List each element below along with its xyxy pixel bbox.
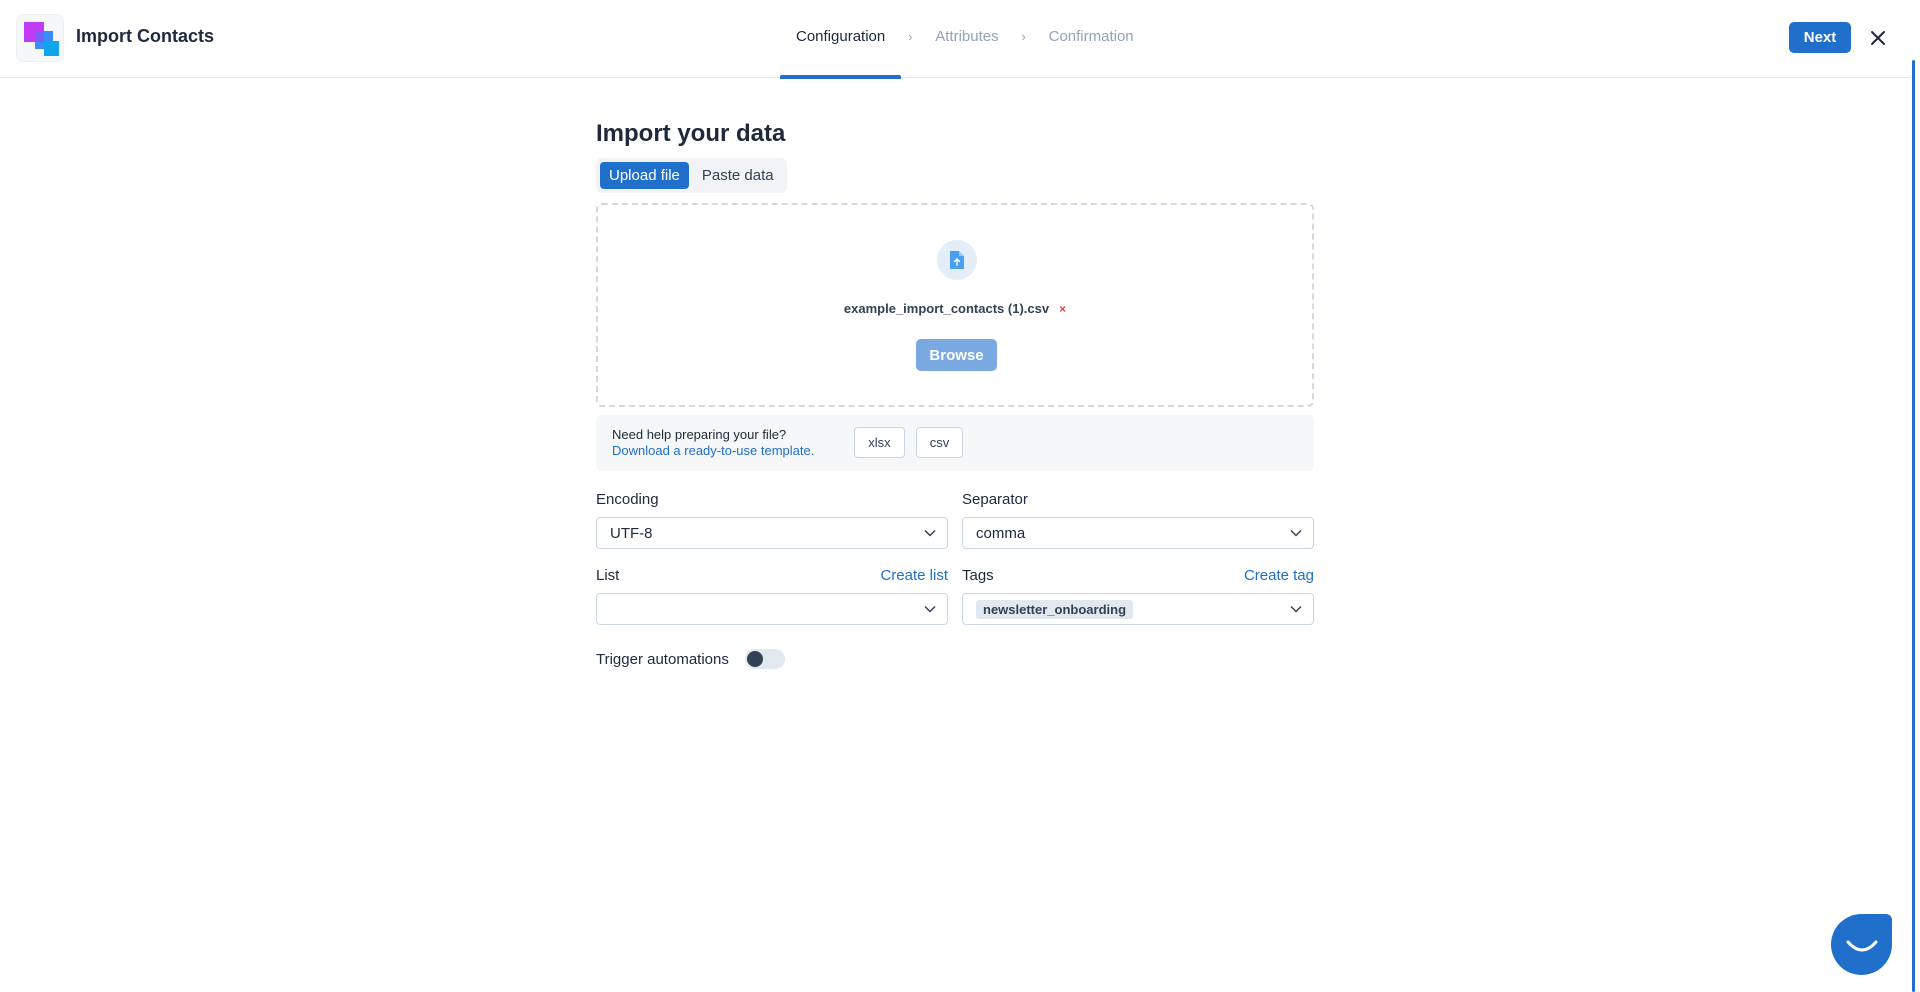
settings-grid: Encoding UTF-8 Separator comma List Crea… <box>596 489 1314 625</box>
separator-select[interactable]: comma <box>962 517 1314 549</box>
separator-field: Separator comma <box>962 489 1314 549</box>
list-field: List Create list <box>596 565 948 625</box>
file-dropzone[interactable]: example_import_contacts (1).csv × Browse <box>596 203 1314 407</box>
step-confirmation[interactable]: Confirmation <box>1033 0 1150 78</box>
help-title: Need help preparing your file? <box>612 427 787 442</box>
encoding-label: Encoding <box>596 490 659 508</box>
tag-chip[interactable]: newsletter_onboarding <box>976 599 1134 619</box>
chat-launcher-button[interactable] <box>1831 914 1892 975</box>
import-form: Import your data Upload file Paste data … <box>596 120 1314 669</box>
scrollbar-thumb[interactable] <box>1912 60 1915 992</box>
toggle-knob <box>746 651 763 667</box>
download-xlsx-button[interactable]: xlsx <box>854 427 905 458</box>
source-tabs: Upload file Paste data <box>596 158 787 193</box>
help-subtitle: Download a ready-to-use template. <box>612 443 815 458</box>
chevron-down-icon <box>924 529 936 537</box>
tab-upload-file[interactable]: Upload file <box>600 162 689 189</box>
trigger-automations-toggle[interactable] <box>744 649 785 669</box>
file-upload-icon <box>950 251 964 269</box>
page-title: Import your data <box>596 120 786 147</box>
encoding-select[interactable]: UTF-8 <box>596 517 948 549</box>
encoding-field: Encoding UTF-8 <box>596 489 948 549</box>
header: Import Contacts Configuration › Attribut… <box>0 0 1910 79</box>
step-configuration[interactable]: Configuration <box>780 0 902 79</box>
list-select[interactable] <box>596 593 948 625</box>
remove-file-icon[interactable]: × <box>1059 302 1066 316</box>
list-label: List <box>596 566 620 584</box>
tab-paste-data[interactable]: Paste data <box>693 162 783 189</box>
app-logo <box>16 14 64 62</box>
separator-value: comma <box>976 524 1026 542</box>
separator-label: Separator <box>962 490 1028 508</box>
trigger-automations-row: Trigger automations <box>596 649 1314 669</box>
tags-select[interactable]: newsletter_onboarding <box>962 593 1314 625</box>
stepper: Configuration › Attributes › Confirmatio… <box>780 0 1150 79</box>
tags-label: Tags <box>962 566 994 584</box>
app-title: Import Contacts <box>76 26 215 46</box>
tags-field: Tags Create tag newsletter_onboarding <box>962 565 1314 625</box>
import-contacts-app: Import Contacts Configuration › Attribut… <box>0 0 1920 992</box>
step-attributes[interactable]: Attributes <box>919 0 1014 78</box>
file-name: example_import_contacts (1).csv <box>843 301 1050 316</box>
chevron-down-icon <box>1290 529 1302 537</box>
step-chevron-icon: › <box>1021 29 1026 44</box>
create-list-link[interactable]: Create list <box>880 567 948 584</box>
next-button[interactable]: Next <box>1789 22 1851 53</box>
scrollbar[interactable] <box>1910 0 1920 992</box>
close-icon <box>1871 31 1885 45</box>
chat-icon <box>1846 940 1878 952</box>
chevron-down-icon <box>924 605 936 613</box>
trigger-automations-label: Trigger automations <box>596 650 729 668</box>
browse-button[interactable]: Browse <box>916 339 997 371</box>
chevron-down-icon <box>1290 605 1302 613</box>
encoding-value: UTF-8 <box>610 524 653 542</box>
close-button[interactable] <box>1866 26 1890 50</box>
create-tag-link[interactable]: Create tag <box>1244 567 1314 584</box>
download-csv-button[interactable]: csv <box>916 427 963 458</box>
file-icon-circle <box>937 240 977 280</box>
step-chevron-icon: › <box>908 29 913 44</box>
uploaded-file: example_import_contacts (1).csv × <box>598 301 1312 316</box>
template-help: Need help preparing your file? Download … <box>596 415 1314 471</box>
